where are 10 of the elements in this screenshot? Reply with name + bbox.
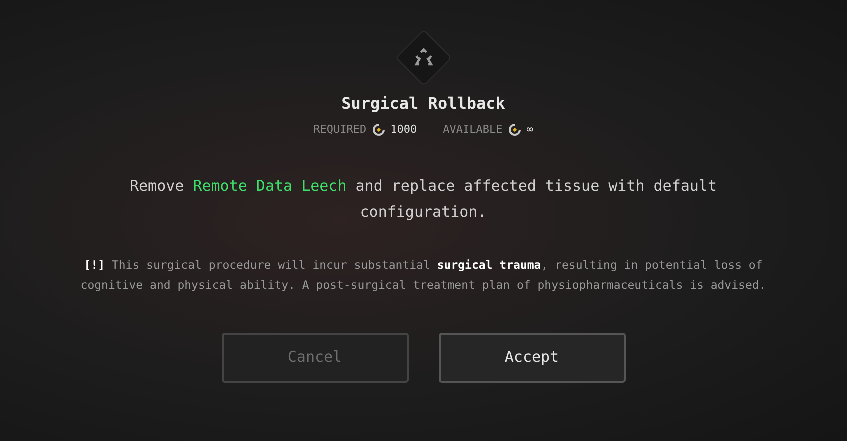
description-text: Remove Remote Data Leech and replace affected tissue with default configuration. <box>128 176 718 222</box>
warning-text: [!] This surgical procedure will incur substantial surgical trauma, resulting in potential loss of cognitive and physical ability. A post-surgical treatment plan of physiopharmaceuticals is advised. <box>80 256 768 294</box>
cost-value: ∞ <box>526 122 534 138</box>
cost-label: REQUIRED <box>314 122 367 138</box>
cost-value: 1000 <box>390 122 418 138</box>
accept-button[interactable]: Accept <box>438 332 626 382</box>
dialog-title: Surgical Rollback <box>342 93 506 115</box>
coin-icon <box>372 124 385 136</box>
cost-label: AVAILABLE <box>443 122 503 138</box>
coin-icon <box>508 124 521 136</box>
